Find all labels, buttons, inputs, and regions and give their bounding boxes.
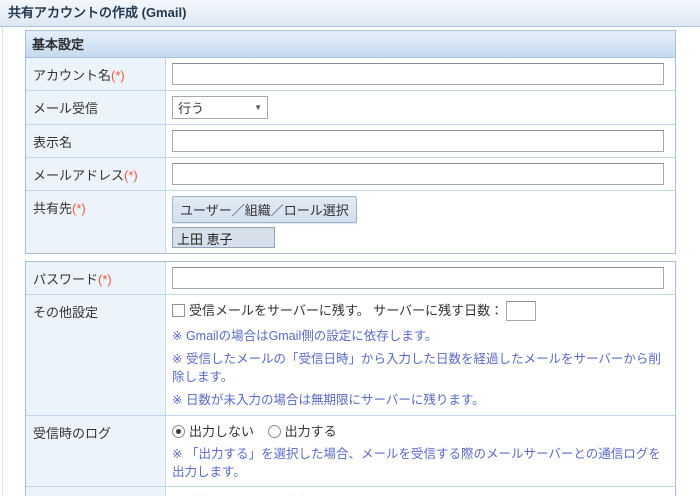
receive-log-radio-no[interactable] — [172, 424, 185, 438]
days-to-keep-input[interactable] — [506, 300, 537, 321]
display-name-label: 表示名 — [26, 125, 166, 157]
send-log-label: 送信時のログ — [26, 486, 166, 496]
required-mark: (*) — [98, 272, 112, 287]
other-settings-row: その他設定 受信メールをサーバーに残す。 サーバーに残す日数： ※ Gmailの… — [26, 294, 675, 415]
receive-log-label: 受信時のログ — [26, 415, 166, 486]
password-input[interactable] — [172, 267, 664, 289]
receive-log-note: ※ 「出力する」を選択した場合、メールを受信する際のメールサーバーとの通信ログを… — [172, 446, 661, 479]
send-log-row: 送信時のログ 出力しない 出力する ※ 「出力する」を選択した場合、メールを送信… — [26, 485, 675, 496]
required-mark: (*) — [124, 168, 138, 183]
create-shared-account-dialog: 共有アカウントの作成 (Gmail) 基本設定 アカウント名(*) メール受信 … — [0, 0, 700, 496]
form-content: 基本設定 アカウント名(*) メール受信 行う ▼ 表示名 メールアドレス(*)… — [25, 30, 676, 496]
mail-receive-label: メール受信 — [26, 91, 166, 124]
required-mark: (*) — [111, 68, 125, 83]
receive-log-option-yes[interactable]: 出力する — [267, 424, 337, 439]
account-name-row: アカウント名(*) — [26, 58, 675, 90]
mail-address-row: メールアドレス(*) — [26, 157, 675, 190]
chevron-down-icon: ▼ — [254, 103, 262, 112]
receive-log-option-no[interactable]: 出力しない — [172, 424, 254, 439]
other-settings-label: その他設定 — [26, 295, 166, 415]
selected-user: 上田 恵子 — [177, 232, 233, 247]
receive-log-row: 受信時のログ 出力しない 出力する ※ 「出力する」を選択した場合、メールを受信… — [26, 414, 675, 486]
detail-settings-table: パスワード(*) その他設定 受信メールをサーバーに残す。 サーバーに残す日数：… — [25, 261, 676, 496]
mail-receive-selected-value: 行う — [178, 101, 205, 116]
share-target-label: 共有先(*) — [26, 191, 166, 253]
mail-address-label: メールアドレス(*) — [26, 158, 166, 190]
page-title: 共有アカウントの作成 (Gmail) — [0, 0, 700, 27]
mail-address-input[interactable] — [172, 163, 664, 185]
display-name-row: 表示名 — [26, 124, 675, 157]
user-org-role-select-button[interactable]: ユーザー／組織／ロール選択 — [172, 196, 357, 223]
keep-mail-on-server-checkbox[interactable] — [172, 304, 185, 317]
section-header: 基本設定 — [26, 31, 675, 58]
other-settings-note-2: ※ 受信したメールの「受信日時」から入力した日数を経過したメールをサーバーから削… — [172, 352, 661, 385]
password-row: パスワード(*) — [26, 262, 675, 294]
account-name-input[interactable] — [172, 63, 664, 85]
send-log-radio-group: 出力しない 出力する — [172, 492, 669, 496]
days-to-keep-label: サーバーに残す日数： — [373, 303, 504, 318]
receive-log-radio-group: 出力しない 出力する — [172, 421, 669, 440]
mail-receive-select[interactable]: 行う ▼ — [172, 96, 268, 119]
basic-settings-table: 基本設定 アカウント名(*) メール受信 行う ▼ 表示名 メールアドレス(*)… — [25, 30, 676, 254]
account-name-label: アカウント名(*) — [26, 58, 166, 90]
display-name-input[interactable] — [172, 130, 664, 152]
other-settings-note-3: ※ 日数が未入力の場合は無期限にサーバーに残ります。 — [172, 393, 485, 408]
share-target-row: 共有先(*) ユーザー／組織／ロール選択 上田 恵子 — [26, 190, 675, 253]
receive-log-radio-yes[interactable] — [267, 424, 281, 438]
keep-mail-on-server-label: 受信メールをサーバーに残す。 — [189, 303, 370, 318]
required-mark: (*) — [72, 201, 86, 216]
password-label: パスワード(*) — [26, 262, 166, 294]
mail-receive-row: メール受信 行う ▼ — [26, 90, 675, 124]
share-target-selected-list[interactable]: 上田 恵子 — [172, 227, 275, 248]
other-settings-note-1: ※ Gmailの場合はGmail側の設定に依存します。 — [172, 329, 438, 343]
